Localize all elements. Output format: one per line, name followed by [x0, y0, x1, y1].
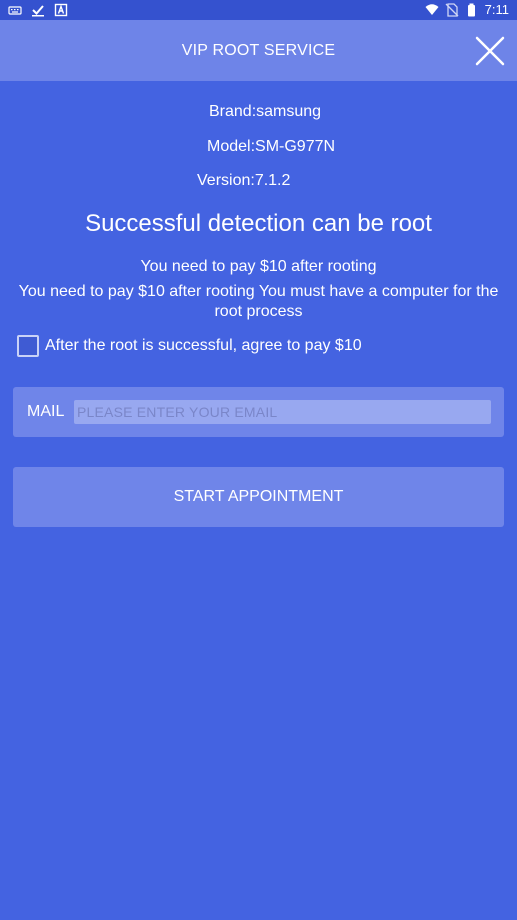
device-model: Model:SM-G977N — [207, 138, 336, 155]
start-appointment-button[interactable]: START APPOINTMENT — [13, 467, 504, 527]
battery-icon — [467, 3, 475, 16]
mail-label: MAIL — [27, 403, 65, 420]
wifi-icon — [425, 3, 439, 15]
status-bar: 7:11 — [0, 0, 517, 20]
page-title: VIP ROOT SERVICE — [181, 42, 336, 59]
device-brand: Brand:samsung — [209, 103, 322, 120]
device-version: Version:7.1.2 — [197, 172, 291, 189]
close-icon — [475, 36, 505, 66]
check-icon — [32, 5, 44, 17]
close-button[interactable] — [473, 34, 507, 68]
agreement-row[interactable]: After the root is successful, agree to p… — [17, 335, 362, 357]
no-sim-icon — [445, 2, 459, 17]
status-bar-left — [8, 3, 68, 17]
a-icon — [54, 3, 68, 17]
header-bar: VIP ROOT SERVICE — [0, 20, 517, 81]
status-bar-right: 7:11 — [425, 2, 509, 17]
mail-panel: MAIL — [13, 387, 504, 437]
bottom-area — [0, 872, 517, 920]
agree-label: After the root is successful, agree to p… — [45, 337, 362, 354]
status-time: 7:11 — [484, 2, 509, 17]
email-field[interactable] — [74, 400, 491, 424]
pay-description: You need to pay $10 after rooting You mu… — [18, 283, 499, 320]
detection-headline: Successful detection can be root — [85, 210, 432, 237]
pay-notice: You need to pay $10 after rooting — [140, 258, 377, 275]
agree-checkbox[interactable] — [17, 335, 39, 357]
keyboard-icon — [8, 6, 22, 15]
